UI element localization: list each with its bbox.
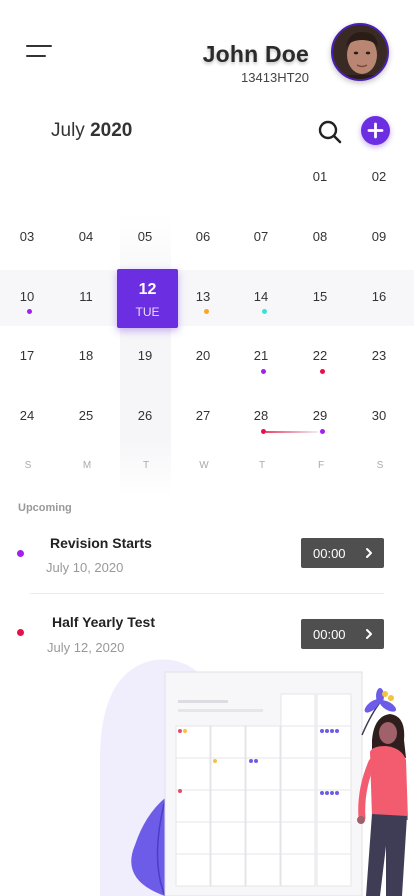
event-range-line — [266, 431, 318, 433]
calendar-day[interactable]: 13 — [183, 289, 223, 304]
weekday-label: T — [258, 460, 266, 471]
calendar-day[interactable]: 17 — [7, 348, 47, 363]
add-event-button[interactable] — [361, 116, 390, 145]
calendar-day[interactable]: 09 — [359, 229, 399, 244]
calendar-day[interactable]: 24 — [7, 408, 47, 423]
plus-icon — [367, 122, 384, 139]
calendar-day[interactable]: 05 — [125, 229, 165, 244]
calendar-day[interactable]: 18 — [66, 348, 106, 363]
upcoming-heading: Upcoming — [18, 502, 72, 514]
event-time-button[interactable]: 00:00 — [301, 538, 384, 568]
calendar-day[interactable]: 20 — [183, 348, 223, 363]
event-color-dot — [17, 550, 24, 557]
weekday-label: W — [199, 460, 209, 471]
event-title[interactable]: Revision Starts — [50, 535, 152, 551]
chevron-right-icon — [366, 548, 372, 558]
calendar-day[interactable]: 14 — [241, 289, 281, 304]
calendar-day[interactable]: 16 — [359, 289, 399, 304]
calendar-day[interactable]: 08 — [300, 229, 340, 244]
user-name: John Doe — [202, 41, 309, 67]
selected-day[interactable]: 12 TUE — [117, 269, 178, 328]
search-icon[interactable] — [317, 119, 343, 145]
calendar-day[interactable]: 26 — [125, 408, 165, 423]
event-dot — [320, 369, 325, 374]
avatar[interactable] — [331, 23, 389, 81]
weekday-label: M — [82, 460, 92, 471]
calendar-day[interactable]: 25 — [66, 408, 106, 423]
calendar-day[interactable]: 04 — [66, 229, 106, 244]
calendar-day[interactable]: 03 — [7, 229, 47, 244]
event-title[interactable]: Half Yearly Test — [52, 614, 155, 630]
calendar-day[interactable]: 15 — [300, 289, 340, 304]
chevron-right-icon — [366, 629, 372, 639]
calendar-illustration — [100, 659, 408, 896]
event-dot — [320, 429, 325, 434]
weekday-label: S — [24, 460, 32, 471]
weekday-label: S — [376, 460, 384, 471]
hamburger-menu-icon[interactable] — [26, 44, 54, 62]
event-dot — [27, 309, 32, 314]
month-title: July 2020 — [51, 120, 133, 141]
event-dot — [204, 309, 209, 314]
selected-day-number: 12 — [138, 281, 157, 298]
calendar-day[interactable]: 02 — [359, 169, 399, 184]
calendar-day[interactable]: 10 — [7, 289, 47, 304]
calendar-day[interactable]: 23 — [359, 348, 399, 363]
selected-day-weekday: TUE — [135, 305, 160, 319]
weekday-label: F — [317, 460, 325, 471]
calendar-day[interactable]: 28 — [241, 408, 281, 423]
user-id: 13413HT20 — [241, 70, 309, 85]
calendar-day[interactable]: 19 — [125, 348, 165, 363]
calendar-day[interactable]: 30 — [359, 408, 399, 423]
calendar-day[interactable]: 07 — [241, 229, 281, 244]
event-dot — [261, 429, 266, 434]
event-time: 00:00 — [313, 627, 346, 642]
event-time-button[interactable]: 00:00 — [301, 619, 384, 649]
event-time: 00:00 — [313, 546, 346, 561]
calendar-day[interactable]: 22 — [300, 348, 340, 363]
calendar-day[interactable]: 29 — [300, 408, 340, 423]
event-color-dot — [17, 629, 24, 636]
event-date: July 10, 2020 — [46, 560, 124, 575]
calendar-day[interactable]: 21 — [241, 348, 281, 363]
calendar-day[interactable]: 27 — [183, 408, 223, 423]
event-dot — [262, 309, 267, 314]
calendar-day[interactable]: 11 — [66, 289, 106, 304]
event-dot — [261, 369, 266, 374]
event-divider — [30, 593, 384, 594]
calendar-day[interactable]: 01 — [300, 169, 340, 184]
weekday-label: T — [142, 460, 150, 471]
calendar-day[interactable]: 06 — [183, 229, 223, 244]
